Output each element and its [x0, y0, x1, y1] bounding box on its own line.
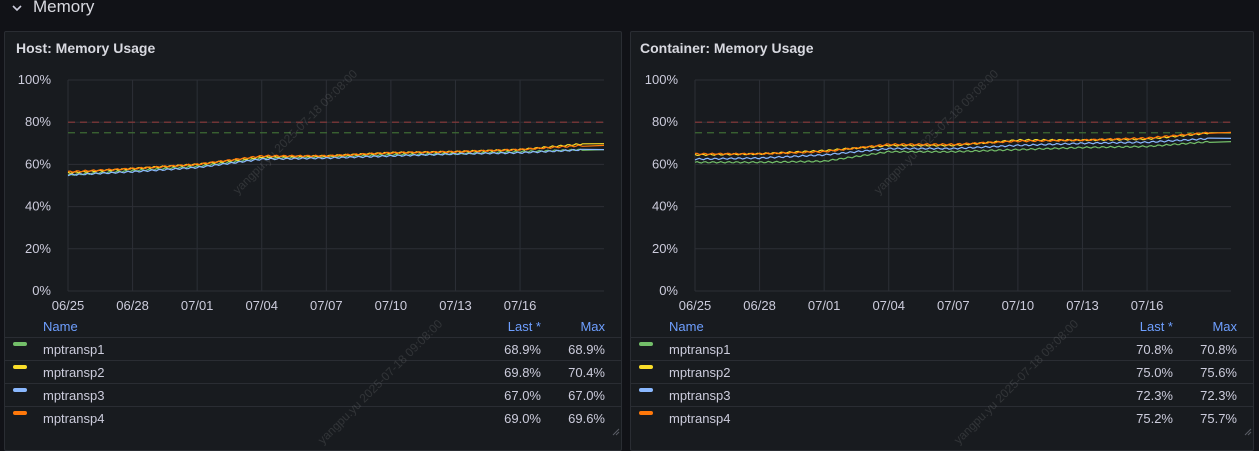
legend-max-value: 70.4%: [568, 365, 605, 380]
y-tick-label: 0%: [659, 283, 678, 298]
legend-series-name: mptransp3: [43, 388, 105, 403]
y-tick-label: 100%: [645, 72, 679, 87]
y-tick-label: 60%: [25, 156, 51, 171]
series-line-mptransp3[interactable]: [67, 148, 605, 177]
x-tick-label: 07/13: [1066, 298, 1099, 313]
legend-row-mptransp4[interactable]: mptransp4 75.2% 75.7%: [631, 406, 1253, 430]
y-tick-label: 40%: [652, 199, 678, 214]
series-line-mptransp4[interactable]: [694, 131, 1232, 156]
legend-row-mptransp3[interactable]: mptransp3 72.3% 72.3%: [631, 383, 1253, 407]
legend-max-value: 75.6%: [1200, 365, 1237, 380]
x-tick-label: 07/16: [1131, 298, 1164, 313]
row-title: Memory: [33, 0, 95, 16]
chart-container-memory-usage[interactable]: 0% 20% 40% 60% 80% 100% 06/25 06/28 07/01 07/04 07…: [631, 32, 1255, 322]
legend-last-value: 69.0%: [504, 411, 541, 426]
legend-row-mptransp2[interactable]: mptransp2 69.8% 70.4%: [5, 360, 621, 384]
legend-last-value: 75.2%: [1136, 411, 1173, 426]
y-tick-label: 80%: [652, 114, 678, 129]
x-tick-label: 07/10: [1002, 298, 1035, 313]
legend-header-name[interactable]: Name: [669, 319, 704, 334]
legend-row-mptransp2[interactable]: mptransp2 75.0% 75.6%: [631, 360, 1253, 384]
legend-last-value: 69.8%: [504, 365, 541, 380]
legend-series-name: mptransp3: [669, 388, 731, 403]
x-tick-label: 06/25: [52, 298, 85, 313]
y-tick-label: 100%: [18, 72, 52, 87]
legend-row-mptransp1[interactable]: mptransp1 70.8% 70.8%: [631, 337, 1253, 361]
series-color-swatch: [13, 365, 27, 369]
legend-last-value: 75.0%: [1136, 365, 1173, 380]
legend-series-name: mptransp2: [43, 365, 105, 380]
legend-max-value: 70.8%: [1200, 342, 1237, 357]
legend-max-value: 67.0%: [568, 388, 605, 403]
legend-row-mptransp4[interactable]: mptransp4 69.0% 69.6%: [5, 406, 621, 430]
legend-header-last[interactable]: Last *: [1140, 319, 1173, 334]
y-tick-label: 40%: [25, 199, 51, 214]
legend-max-value: 72.3%: [1200, 388, 1237, 403]
panel-resize-handle[interactable]: [1244, 428, 1252, 436]
series-color-swatch: [639, 411, 653, 415]
legend-row-mptransp1[interactable]: mptransp1 68.9% 68.9%: [5, 337, 621, 361]
panel-container-memory-usage[interactable]: Container: Memory Usage 0% 20% 40% 60% 80% 10…: [630, 31, 1254, 451]
legend-header-max[interactable]: Max: [580, 319, 605, 334]
chevron-down-icon[interactable]: [9, 0, 25, 16]
legend-header: Name Last * Max: [631, 316, 1253, 339]
x-tick-label: 07/07: [937, 298, 970, 313]
series-color-swatch: [13, 388, 27, 392]
legend-last-value: 67.0%: [504, 388, 541, 403]
x-tick-label: 07/01: [808, 298, 841, 313]
series-color-swatch: [13, 411, 27, 415]
series-line-mptransp3[interactable]: [694, 137, 1232, 161]
y-tick-label: 60%: [652, 156, 678, 171]
legend-max-value: 69.6%: [568, 411, 605, 426]
x-tick-label: 07/10: [375, 298, 408, 313]
series-color-swatch: [639, 365, 653, 369]
series-color-swatch: [639, 388, 653, 392]
legend-max-value: 68.9%: [568, 342, 605, 357]
x-tick-label: 06/25: [679, 298, 712, 313]
x-tick-label: 07/04: [872, 298, 905, 313]
x-tick-label: 07/04: [245, 298, 278, 313]
panel-resize-handle[interactable]: [612, 428, 620, 436]
y-tick-label: 0%: [32, 283, 51, 298]
x-tick-label: 07/07: [310, 298, 343, 313]
legend-header-max[interactable]: Max: [1212, 319, 1237, 334]
legend-series-name: mptransp1: [43, 342, 105, 357]
legend-max-value: 75.7%: [1200, 411, 1237, 426]
legend-header-last[interactable]: Last *: [508, 319, 541, 334]
legend-row-mptransp3[interactable]: mptransp3 67.0% 67.0%: [5, 383, 621, 407]
y-tick-label: 20%: [652, 241, 678, 256]
legend-series-name: mptransp4: [669, 411, 731, 426]
legend-last-value: 72.3%: [1136, 388, 1173, 403]
x-tick-label: 07/16: [504, 298, 537, 313]
series-color-swatch: [639, 342, 653, 346]
legend-last-value: 68.9%: [504, 342, 541, 357]
y-tick-label: 80%: [25, 114, 51, 129]
series-color-swatch: [13, 342, 27, 346]
legend-series-name: mptransp1: [669, 342, 731, 357]
row-header-memory[interactable]: Memory: [0, 0, 1259, 30]
legend-series-name: mptransp4: [43, 411, 105, 426]
legend-last-value: 70.8%: [1136, 342, 1173, 357]
x-tick-label: 07/13: [439, 298, 472, 313]
y-tick-label: 20%: [25, 241, 51, 256]
legend-series-name: mptransp2: [669, 365, 731, 380]
x-tick-label: 07/01: [181, 298, 214, 313]
x-tick-label: 06/28: [743, 298, 776, 313]
panel-host-memory-usage[interactable]: Host: Memory Usage 0% 20% 40% 60% 80% 100% 06/…: [4, 31, 622, 451]
legend-header-name[interactable]: Name: [43, 319, 78, 334]
x-tick-label: 06/28: [116, 298, 149, 313]
chart-host-memory-usage[interactable]: 0% 20% 40% 60% 80% 100% 06/25 06/28 07/01 07/04 07…: [5, 32, 623, 322]
legend-header: Name Last * Max: [5, 316, 621, 339]
